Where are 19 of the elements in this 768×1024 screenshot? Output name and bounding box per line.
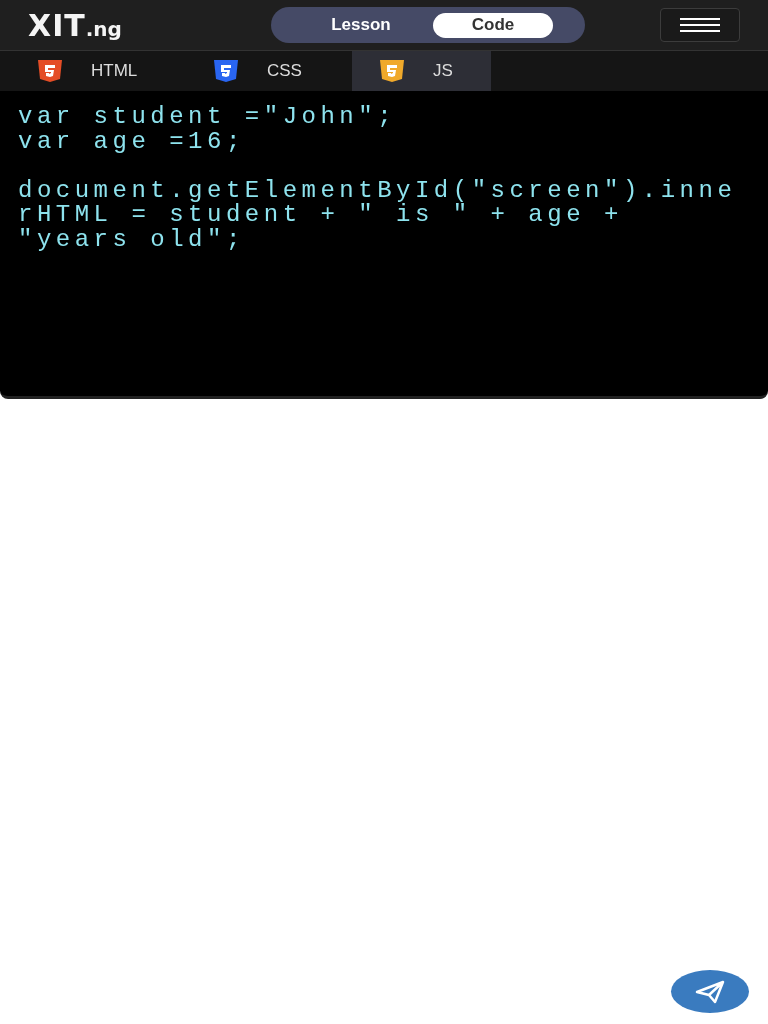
menu-icon xyxy=(680,17,720,33)
file-tab[interactable]: HTML xyxy=(0,51,176,91)
shield-icon xyxy=(213,60,239,82)
shield-icon xyxy=(379,60,405,82)
shield-icon xyxy=(37,60,63,82)
logo: XIT xyxy=(28,7,86,43)
paper-plane-icon xyxy=(695,979,725,1004)
file-tab[interactable]: JS xyxy=(352,51,491,91)
logo-suffix: .ng xyxy=(85,16,122,41)
file-tab[interactable]: CSS xyxy=(176,51,352,91)
code-editor[interactable]: var student ="John"; var age =16; document.getElementById("screen").inne rHTML = student + " is " + age + "years old"; xyxy=(0,91,768,399)
toggle-option[interactable]: Code xyxy=(433,12,553,38)
menu-button[interactable] xyxy=(660,8,740,42)
code-line: var student ="John"; xyxy=(18,105,398,130)
code-line: "years old"; xyxy=(18,227,246,252)
code-line: var age =16; xyxy=(18,129,246,154)
code-line: document.getElementById("screen").inne xyxy=(18,178,738,203)
toggle-option[interactable]: Lesson xyxy=(301,12,421,38)
code-line: rHTML = student + " is " + age + xyxy=(18,203,623,228)
